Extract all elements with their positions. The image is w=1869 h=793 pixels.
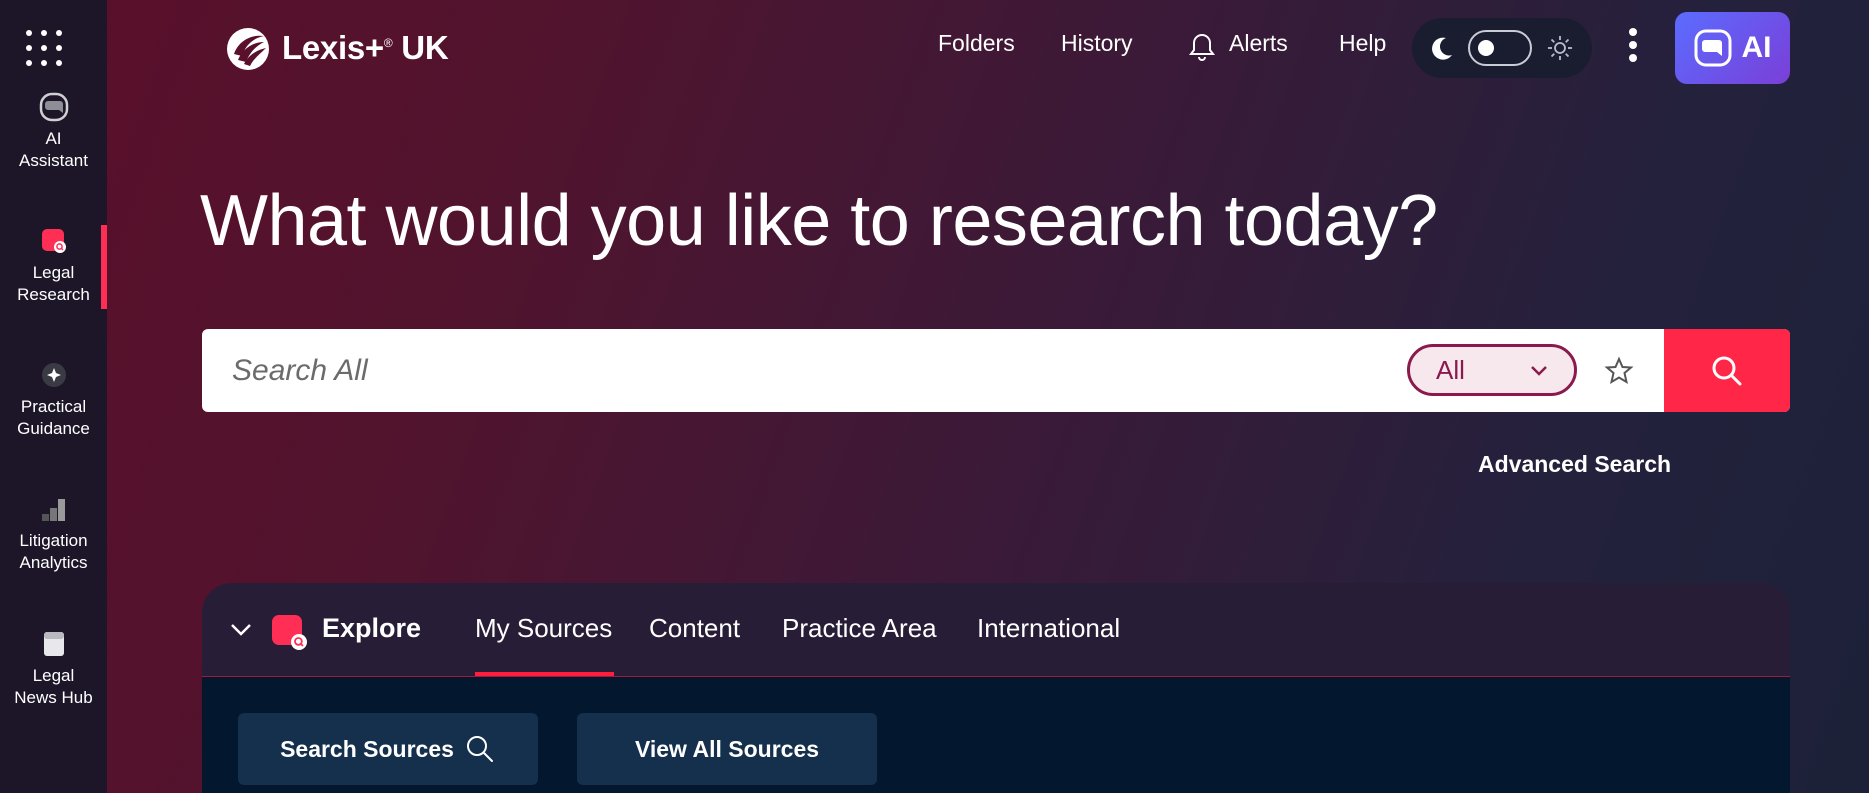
practical-guidance-icon: [41, 363, 66, 387]
ai-button-label: AI: [1741, 31, 1772, 64]
left-rail: AI Assistant Legal Research Practical Gu…: [0, 0, 107, 793]
chevron-down-icon[interactable]: [228, 617, 254, 643]
rail-item-label: Practical Guidance: [17, 397, 90, 438]
nav-folders[interactable]: Folders: [938, 30, 1015, 57]
app-launcher-icon[interactable]: [26, 30, 62, 66]
rail-item-legal-news-hub[interactable]: Legal News Hub: [0, 629, 107, 709]
rail-item-litigation-analytics[interactable]: Litigation Analytics: [0, 494, 107, 574]
ai-button[interactable]: AI: [1675, 12, 1790, 84]
rail-item-ai-assistant[interactable]: AI Assistant: [0, 92, 107, 172]
advanced-search-link[interactable]: Advanced Search: [1478, 451, 1671, 478]
moon-icon: [1432, 37, 1452, 60]
nav-history[interactable]: History: [1061, 30, 1133, 57]
legal-news-hub-icon: [43, 632, 64, 656]
explore-header: Explore My Sources Content Practice Area…: [202, 583, 1790, 677]
sun-icon: [1548, 36, 1572, 60]
search-scope-value: All: [1436, 354, 1465, 385]
search-sources-label: Search Sources: [280, 735, 454, 762]
rail-item-practical-guidance[interactable]: Practical Guidance: [0, 360, 107, 440]
litigation-analytics-icon: [41, 499, 65, 521]
theme-toggle[interactable]: [1412, 18, 1592, 78]
more-options-icon[interactable]: [1626, 28, 1640, 68]
nav-help[interactable]: Help: [1339, 30, 1386, 57]
explore-icon: [272, 615, 307, 650]
chevron-down-icon: [1531, 366, 1547, 376]
search-button[interactable]: [1664, 329, 1790, 412]
nav-alerts[interactable]: Alerts: [1229, 30, 1288, 57]
theme-switch[interactable]: [1468, 30, 1532, 66]
search-input[interactable]: [202, 329, 1392, 412]
search-icon: [1712, 356, 1742, 385]
theme-switch-knob: [1478, 40, 1494, 56]
brand-name: Lexis+® UK: [282, 29, 449, 67]
search-scope-select[interactable]: All: [1407, 344, 1577, 396]
lexis-eagle-icon: [227, 28, 269, 70]
tab-practice-area[interactable]: Practice Area: [782, 613, 937, 644]
explore-body: Search Sources View All Sources: [202, 677, 1790, 793]
rail-item-label: Litigation Analytics: [19, 531, 88, 572]
view-all-sources-label: View All Sources: [634, 735, 820, 762]
brand-region: UK: [401, 29, 449, 66]
lexis-logo[interactable]: Lexis+® UK: [224, 24, 449, 72]
rail-item-label: Legal News Hub: [14, 666, 93, 707]
brand-text: Lexis+: [282, 29, 384, 66]
page-title: What would you like to research today?: [200, 181, 1438, 261]
rail-item-legal-research[interactable]: Legal Research: [0, 226, 107, 306]
search-bar: All: [202, 329, 1790, 412]
search-sources-button[interactable]: Search Sources: [238, 713, 538, 785]
explore-panel: Explore My Sources Content Practice Area…: [202, 583, 1790, 793]
star-icon[interactable]: [1604, 356, 1634, 386]
tab-international[interactable]: International: [977, 613, 1120, 644]
ai-assistant-icon: [39, 92, 68, 122]
search-icon: [466, 736, 493, 762]
rail-item-label: AI Assistant: [19, 129, 88, 170]
explore-label: Explore: [322, 613, 422, 643]
legal-research-icon: [41, 229, 66, 253]
rail-active-indicator: [101, 225, 107, 309]
ai-chat-icon: [1694, 29, 1731, 67]
tab-content[interactable]: Content: [649, 613, 740, 644]
view-all-sources-button[interactable]: View All Sources: [577, 713, 877, 785]
brand-mark: ®: [383, 36, 393, 50]
rail-item-label: Legal Research: [17, 263, 90, 304]
bell-icon[interactable]: [1189, 32, 1215, 62]
tab-my-sources[interactable]: My Sources: [475, 613, 612, 644]
